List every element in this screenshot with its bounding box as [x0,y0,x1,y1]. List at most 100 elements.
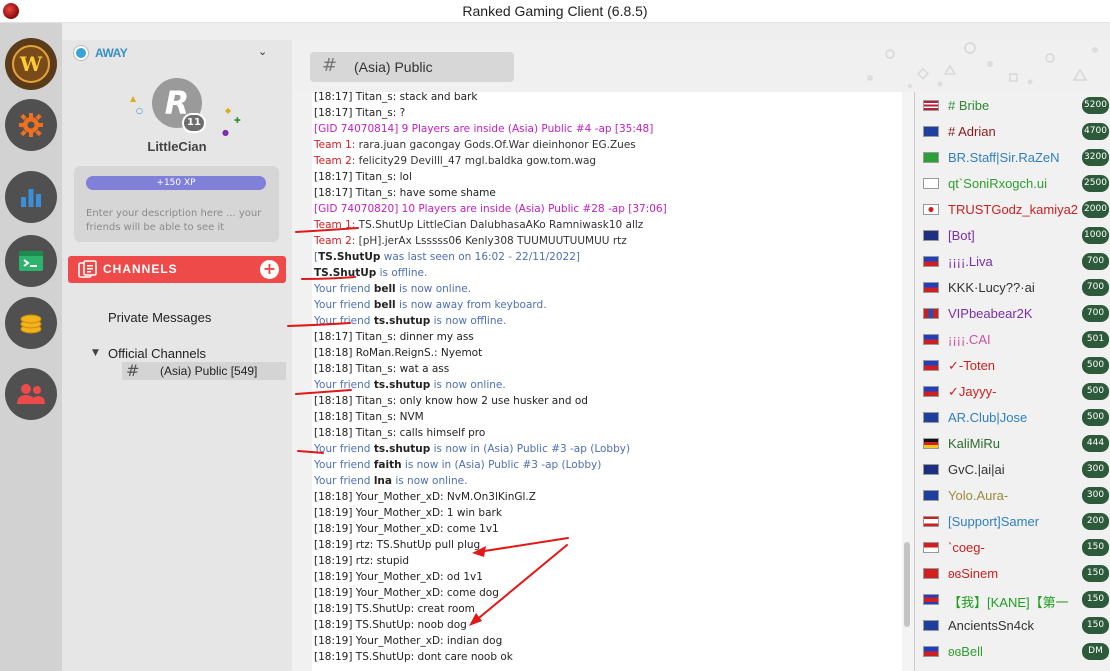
player-name: GvC.|ai|ai [948,462,1005,477]
flag-eu-icon [923,620,939,631]
flag-ph-icon [923,360,939,371]
flag-ph-icon [923,256,939,267]
player-row[interactable]: AR.Club|Jose 500 [915,405,1110,431]
player-row[interactable]: VIPbeabear2K 700 [915,301,1110,327]
flag-tr-icon [923,568,939,579]
chat-message-part: 9 Players are inside [398,123,508,135]
chat-message-part: felicity29 Devilll_47 mgl.baldka gow.tom… [355,155,597,167]
player-row[interactable]: ¡¡¡¡.Liva 700 [915,249,1110,275]
decorative-pattern-icon [867,42,1098,88]
player-name: AncientsSn4ck [948,618,1034,633]
chat-message-part: bell [373,299,396,311]
player-row[interactable]: ʚɞSinem 150 [915,561,1110,587]
official-channels-item[interactable]: Official Channels [108,346,206,361]
player-name: `coeg- [948,540,985,555]
chat-message: Your friend bell is now away from keyboa… [314,297,547,313]
player-row[interactable]: ¡¡¡¡.CAI 501 [915,327,1110,353]
flag-id-icon [923,542,939,553]
stats-chart-icon[interactable] [5,171,57,223]
flag-br-icon [923,152,939,163]
player-row[interactable]: [Support]Samer 200 [915,509,1110,535]
flag-ph-icon [923,282,939,293]
tab-asia-public[interactable]: # (Asia) Public [310,52,514,82]
chat-message-part: [18:17] Titan_s: ? [314,107,406,119]
chat-message-part: [18:17] Titan_s: stack and bark [314,92,478,103]
chat-message-part: Team 1: [314,139,356,151]
chevron-down-icon[interactable]: ⌄ [258,45,267,58]
player-name: BR.Staff|Sir.RaZeN [948,150,1060,165]
chat-message-part: is now online. [391,475,468,487]
player-row[interactable]: [Bot] 1000 [915,223,1110,249]
description-field[interactable]: Enter your description here ... your fri… [86,207,272,235]
rating-badge: 2000 [1082,201,1109,218]
channel-item-asia-public[interactable]: # (Asia) Public [549] [122,361,286,380]
player-row[interactable]: KKK·Lucy??·ai 700 [915,275,1110,301]
status-indicator-icon[interactable] [74,46,88,60]
player-row[interactable]: Yolo.Aura- 300 [915,483,1110,509]
player-row[interactable]: BR.Staff|Sir.RaZeN 3200 [915,145,1110,171]
channel-item-label: (Asia) Public [549] [160,364,258,378]
xp-bar: +150 XP [86,176,266,190]
profile-card: +150 XP Enter your description here ... … [74,166,279,242]
player-row[interactable]: ✓Jayyy- 500 [915,379,1110,405]
player-row[interactable]: # Bribe 5200 [915,93,1110,119]
settings-gear-icon[interactable] [5,99,57,151]
chat-message: [18:19] Your_Mother_xD: 1 win bark [314,505,502,521]
player-row[interactable]: 【我】[KANE]【第一 150 [915,587,1110,613]
player-row[interactable]: ✓-Toten 500 [915,353,1110,379]
chat-message: [18:17] Titan_s: stack and bark [314,92,477,105]
flag-eu-icon [923,126,939,137]
rating-badge: DM [1082,643,1109,660]
chat-message: [18:19] Your_Mother_xD: od 1v1 [314,569,483,585]
friends-users-icon[interactable] [5,368,57,420]
chat-message: [18:19] TS.ShutUp: noob dog [314,617,467,633]
player-row[interactable]: `coeg- 150 [915,535,1110,561]
channels-header: CHANNELS + [68,256,286,283]
chat-message: [18:19] TS.ShutUp: dont care noob ok [314,649,513,665]
chat-message-part: Your friend [314,475,374,487]
warcraft-logo-icon[interactable]: W [5,38,57,90]
player-row[interactable]: AncientsSn4ck 150 [915,613,1110,639]
status-label[interactable]: AWAY [95,46,128,60]
player-row[interactable]: ʚɞBell DM [915,639,1110,665]
chat-message-part: [18:18] Your_Mother_xD: NvM.On3lKinGl.Z [314,491,536,503]
private-messages-item[interactable]: Private Messages [108,310,211,325]
chat-message: [18:18] RoMan.ReignS.: Nyemot [314,345,482,361]
player-row[interactable]: qt`SoniRxogch.ui 2500 [915,171,1110,197]
player-row[interactable]: # Adrian 4700 [915,119,1110,145]
flag-ph-icon [923,334,939,345]
rating-badge: 300 [1082,487,1109,504]
chat-message-part: Your friend [314,443,374,455]
scroll-thumb[interactable] [904,542,910,627]
chat-message: [18:19] Your_Mother_xD: indian dog [314,633,502,649]
level-badge: 11 [182,113,206,133]
console-terminal-icon[interactable] [5,235,57,287]
chat-message-part: [18:19] Your_Mother_xD: od 1v1 [314,571,483,583]
chat-message: [GID 74070820] 10 Players are inside (As… [314,201,667,217]
player-row[interactable]: GvC.|ai|ai 300 [915,457,1110,483]
chat-message: [18:19] rtz: stupid [314,553,409,569]
confetti-icon: ● [222,128,229,137]
chat-message-part: TS.ShutUp [314,267,377,279]
player-name: Yolo.Aura- [948,488,1009,503]
rating-badge: 4700 [1082,123,1109,140]
chat-message: [18:19] TS.ShutUp: creat room [314,601,475,617]
chat-message: [18:19] Your_Mother_xD: come 1v1 [314,521,499,537]
flag-ph-icon [923,646,939,657]
rating-badge: 700 [1082,305,1109,322]
player-name: VIPbeabear2K [948,306,1033,321]
chat-message: Team 2: [pH].jerAx Lsssss06 Kenly308 TUU… [314,233,627,249]
chat-message: [18:18] Titan_s: only know how 2 use hus… [314,393,588,409]
chat-log[interactable]: [18:17] Titan_s: stack and bark [18:17] T… [312,92,902,671]
player-row[interactable]: KaliMiRu 444 [915,431,1110,457]
chat-message: Team 1: TS.ShutUp LittleCian DalubhasaAK… [314,217,643,233]
rating-badge: 3200 [1082,149,1109,166]
player-name: ʚɞBell [948,644,983,659]
chat-message-part: [18:19] Your_Mother_xD: indian dog [314,635,503,647]
confetti-icon: ◆ [225,106,232,115]
add-channel-button[interactable]: + [260,260,279,279]
coins-icon[interactable] [5,297,57,349]
chevron-down-icon[interactable]: ▼ [92,348,99,358]
chat-scrollbar[interactable] [902,92,914,671]
player-row[interactable]: TRUSTGodz_kamiya2 2000 [915,197,1110,223]
